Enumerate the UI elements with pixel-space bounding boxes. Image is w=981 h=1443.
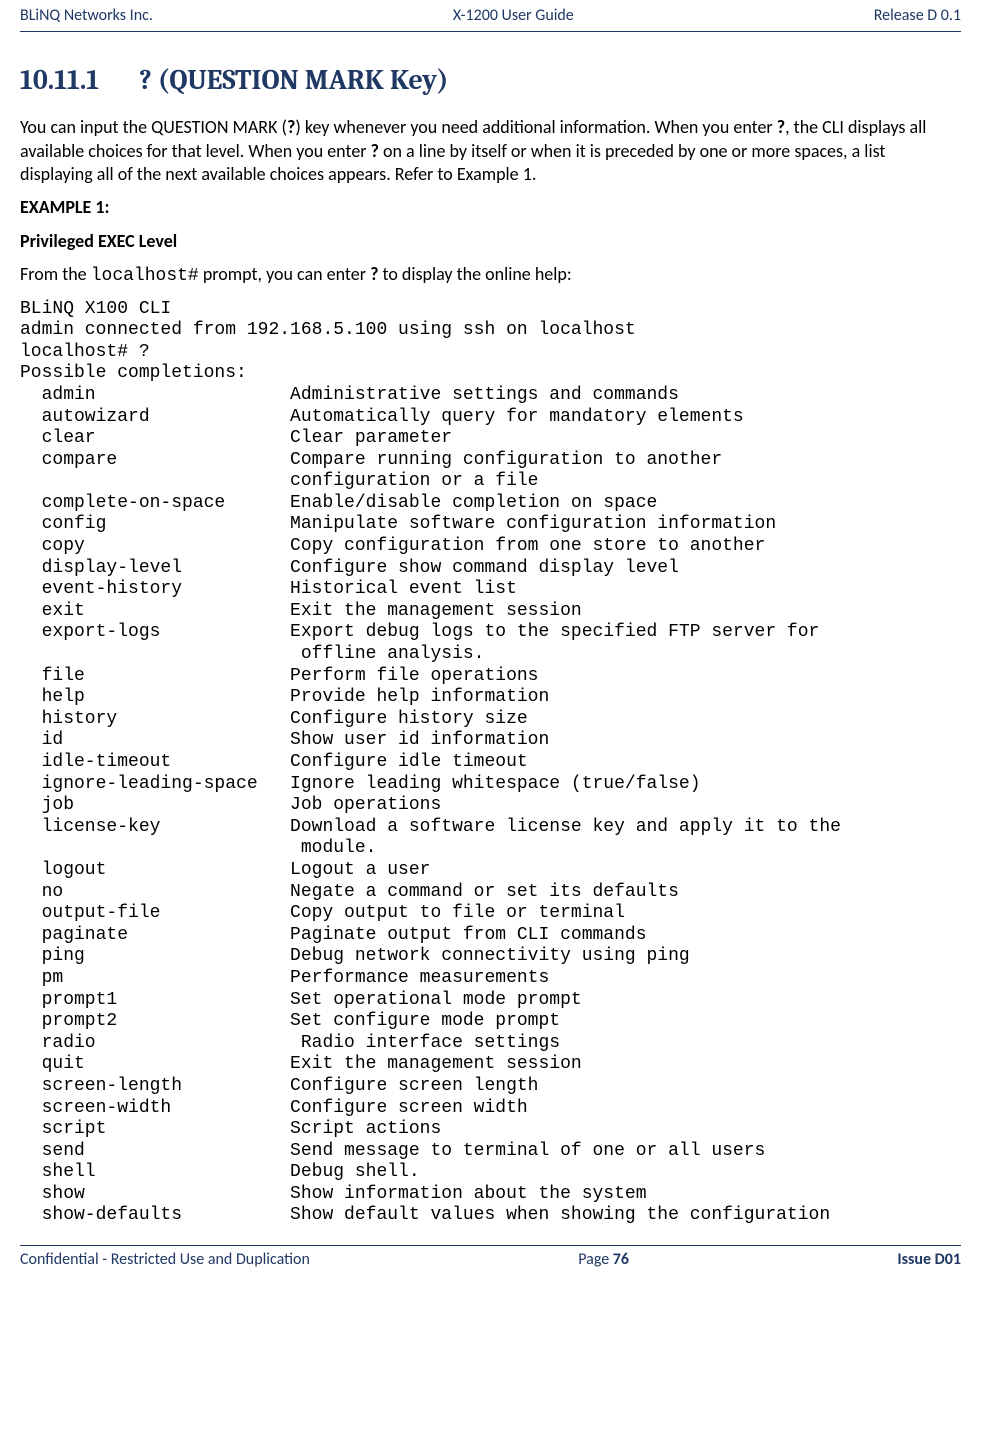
footer-page: Page 76 — [578, 1250, 629, 1271]
prompt-instruction: From the localhost# prompt, you can ente… — [20, 263, 961, 288]
page-number: 76 — [613, 1250, 629, 1269]
text-fragment: to display the online help: — [378, 263, 571, 285]
header-center: X-1200 User Guide — [453, 6, 574, 27]
text-fragment: ) key whenever you need additional infor… — [295, 116, 776, 138]
question-mark-bold: ? — [371, 140, 379, 162]
section-heading: 10.11.1 ? (QUESTION MARK Key) — [20, 62, 961, 98]
cli-output: BLiNQ X100 CLI admin connected from 192.… — [20, 299, 961, 1228]
footer-left: Confidential - Restricted Use and Duplic… — [20, 1250, 310, 1271]
page-footer: Confidential - Restricted Use and Duplic… — [20, 1245, 961, 1275]
footer-right: Issue D01 — [897, 1250, 961, 1271]
section-number: 10.11.1 — [20, 64, 99, 96]
text-fragment: You can input the QUESTION MARK ( — [20, 116, 287, 138]
text-fragment: prompt, you can enter — [199, 263, 370, 285]
question-mark-bold: ? — [777, 116, 785, 138]
page-prefix: Page — [578, 1250, 613, 1269]
text-fragment: From the — [20, 263, 91, 285]
level-label: Privileged EXEC Level — [20, 230, 961, 253]
header-right: Release D 0.1 — [874, 6, 961, 27]
example-label: EXAMPLE 1: — [20, 196, 961, 219]
header-left: BLiNQ Networks Inc. — [20, 6, 153, 27]
prompt-mono: localhost# — [91, 266, 199, 286]
intro-paragraph: You can input the QUESTION MARK (?) key … — [20, 116, 961, 186]
section-title-text: ? (QUESTION MARK Key) — [139, 64, 448, 96]
page-header: BLiNQ Networks Inc. X-1200 User Guide Re… — [20, 0, 961, 32]
